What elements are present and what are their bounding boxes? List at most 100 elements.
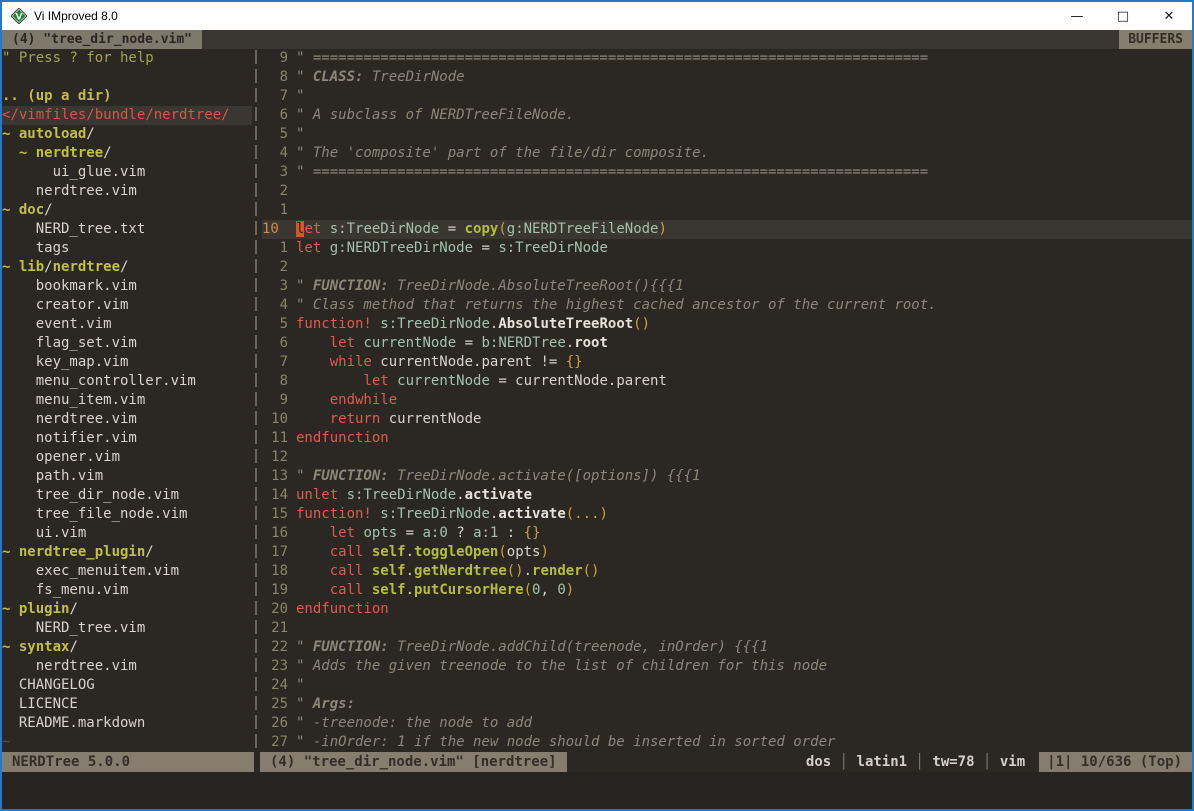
code-line[interactable]: 4" Class method that returns the highest… — [262, 296, 1192, 315]
tree-item-ui_glue.vim[interactable]: ui_glue.vim — [2, 163, 252, 182]
token: . — [566, 335, 574, 351]
tree-item-notifier.vim[interactable]: notifier.vim — [2, 429, 252, 448]
code-line[interactable]: 11endfunction — [262, 429, 1192, 448]
code-line[interactable]: 14unlet s:TreeDirNode.activate — [262, 486, 1192, 505]
tree-item-nerdtree.vim[interactable]: nerdtree.vim — [2, 182, 252, 201]
code-line[interactable]: 9 endwhile — [262, 391, 1192, 410]
token — [296, 525, 330, 541]
code-line[interactable]: 19 call self.putCursorHere(0, 0) — [262, 581, 1192, 600]
tree-item-event.vim[interactable]: event.vim — [2, 315, 252, 334]
code-line[interactable]: 13" FUNCTION: TreeDirNode.activate([opti… — [262, 467, 1192, 486]
tree-item-path.vim[interactable]: path.vim — [2, 467, 252, 486]
nerdtree-panel[interactable]: " Press ? for help .. (up a dir)</vimfile… — [2, 49, 252, 752]
token — [296, 563, 330, 579]
line-text: function! s:TreeDirNode.activate(...) — [296, 505, 608, 524]
tree-item-doc[interactable]: ~ doc/ — [2, 201, 252, 220]
line-text: " -inOrder: 1 if the new node should be … — [296, 733, 835, 752]
code-line[interactable]: 4" The 'composite' part of the file/dir … — [262, 144, 1192, 163]
code-line[interactable]: 12 — [262, 448, 1192, 467]
tree-item-tree_file_node.vim[interactable]: tree_file_node.vim — [2, 505, 252, 524]
token: FUNCTION: — [313, 639, 389, 655]
code-line[interactable]: 17 call self.toggleOpen(opts) — [262, 543, 1192, 562]
code-line[interactable]: 26" -treenode: the node to add — [262, 714, 1192, 733]
line-text: " FUNCTION: TreeDirNode.AbsoluteTreeRoot… — [296, 277, 684, 296]
tree-item-nerdtree.vim[interactable]: nerdtree.vim — [2, 410, 252, 429]
tree-item-exec_menuitem.vim[interactable]: exec_menuitem.vim — [2, 562, 252, 581]
code-line[interactable]: 6 " A subclass of NERDTreeFileNode. — [262, 106, 1192, 125]
token: " A subclass of NERDTreeFileNode. — [296, 107, 574, 123]
tab-tree-dir-node[interactable]: (4) "tree_dir_node.vim" — [2, 30, 202, 49]
tree-item-opener.vim[interactable]: opener.vim — [2, 448, 252, 467]
line-text: " Class method that returns the highest … — [296, 296, 937, 315]
tree-item-tree_dir_node.vim[interactable]: tree_dir_node.vim — [2, 486, 252, 505]
code-line[interactable]: 8" CLASS: TreeDirNode — [262, 68, 1192, 87]
code-line[interactable]: 27" -inOrder: 1 if the new node should b… — [262, 733, 1192, 752]
code-line[interactable]: 15function! s:TreeDirNode.activate(...) — [262, 505, 1192, 524]
tree-item-updir[interactable]: .. (up a dir) — [2, 87, 252, 106]
tree-item-LICENCE[interactable]: LICENCE — [2, 695, 252, 714]
code-line[interactable]: 25" Args: — [262, 695, 1192, 714]
code-line[interactable]: 24" — [262, 676, 1192, 695]
tree-item-bookmark.vim[interactable]: bookmark.vim — [2, 277, 252, 296]
code-line[interactable]: 1 — [262, 201, 1192, 220]
code-line[interactable]: 22" FUNCTION: TreeDirNode.addChild(treen… — [262, 638, 1192, 657]
line-text: let s:TreeDirNode = copy(g:NERDTreeFileN… — [296, 220, 667, 239]
code-line[interactable]: 2 — [262, 258, 1192, 277]
token: let — [330, 335, 355, 351]
tree-item-menu_item.vim[interactable]: menu_item.vim — [2, 391, 252, 410]
code-line[interactable]: 21 — [262, 619, 1192, 638]
tree-item-autoload[interactable]: ~ autoload/ — [2, 125, 252, 144]
token: call — [330, 544, 364, 560]
tree-item-tags[interactable]: tags — [2, 239, 252, 258]
code-line[interactable]: 18 call self.getNerdtree().render() — [262, 562, 1192, 581]
code-line[interactable]: 3" FUNCTION: TreeDirNode.AbsoluteTreeRoo… — [262, 277, 1192, 296]
code-line[interactable]: 7 while currentNode.parent != {} — [262, 353, 1192, 372]
code-line[interactable]: 1let g:NERDTreeDirNode = s:TreeDirNode — [262, 239, 1192, 258]
tree-item-menu_controller.vim[interactable]: menu_controller.vim — [2, 372, 252, 391]
editor-panel[interactable]: 9" =====================================… — [262, 49, 1192, 752]
tree-item-syntax[interactable]: ~ syntax/ — [2, 638, 252, 657]
status-flag: latin1 — [857, 754, 908, 770]
tree-item-nerdtree_plugin[interactable]: ~ nerdtree_plugin/ — [2, 543, 252, 562]
code-line[interactable]: 23" Adds the given treenode to the list … — [262, 657, 1192, 676]
code-line[interactable]: 5function! s:TreeDirNode.AbsoluteTreeRoo… — [262, 315, 1192, 334]
tree-item-ui.vim[interactable]: ui.vim — [2, 524, 252, 543]
token: a:0 — [422, 525, 447, 541]
code-line[interactable]: 8 let currentNode = currentNode.parent — [262, 372, 1192, 391]
tree-item-nerdtree.vim[interactable]: nerdtree.vim — [2, 657, 252, 676]
tree-item-fs_menu.vim[interactable]: fs_menu.vim — [2, 581, 252, 600]
code-line[interactable]: 2 — [262, 182, 1192, 201]
line-number: 19 — [262, 581, 288, 600]
code-line[interactable]: 9" =====================================… — [262, 49, 1192, 68]
code-line[interactable]: 20endfunction — [262, 600, 1192, 619]
command-line[interactable] — [2, 772, 1192, 809]
code-line[interactable]: 7" — [262, 87, 1192, 106]
tree-item-nerdtree[interactable]: ~ nerdtree/ — [2, 144, 252, 163]
minimize-button[interactable]: — — [1054, 2, 1100, 30]
tree-item-CHANGELOG[interactable]: CHANGELOG — [2, 676, 252, 695]
line-text: " — [296, 87, 304, 106]
token: " Adds the given treenode to the list of… — [296, 658, 827, 674]
tree-item-flag_set.vim[interactable]: flag_set.vim — [2, 334, 252, 353]
token — [296, 392, 330, 408]
code-line[interactable]: 6 let currentNode = b:NERDTree.root — [262, 334, 1192, 353]
tree-item-lib-nerdtree[interactable]: ~ lib/nerdtree/ — [2, 258, 252, 277]
code-line[interactable]: 16 let opts = a:0 ? a:1 : {} — [262, 524, 1192, 543]
tree-item-NERD_tree.vim[interactable]: NERD_tree.vim — [2, 619, 252, 638]
code-line[interactable]: 5" — [262, 125, 1192, 144]
window-split-separator[interactable] — [252, 49, 262, 752]
code-line-current[interactable]: 10let s:TreeDirNode = copy(g:NERDTreeFil… — [262, 220, 1192, 239]
line-text: " A subclass of NERDTreeFileNode. — [296, 106, 574, 125]
tree-item-NERD_tree.txt[interactable]: NERD_tree.txt — [2, 220, 252, 239]
tree-item-root[interactable]: </vimfiles/bundle/nerdtree/ — [2, 106, 252, 125]
tree-item-creator.vim[interactable]: creator.vim — [2, 296, 252, 315]
tree-item-plugin[interactable]: ~ plugin/ — [2, 600, 252, 619]
tree-item-README.markdown[interactable]: README.markdown — [2, 714, 252, 733]
tree-item-key_map.vim[interactable]: key_map.vim — [2, 353, 252, 372]
tree-item-help[interactable]: " Press ? for help — [2, 49, 252, 68]
maximize-button[interactable]: □ — [1100, 2, 1146, 30]
close-button[interactable]: ✕ — [1146, 2, 1192, 30]
line-number: 6 — [262, 106, 288, 125]
code-line[interactable]: 3" =====================================… — [262, 163, 1192, 182]
code-line[interactable]: 10 return currentNode — [262, 410, 1192, 429]
